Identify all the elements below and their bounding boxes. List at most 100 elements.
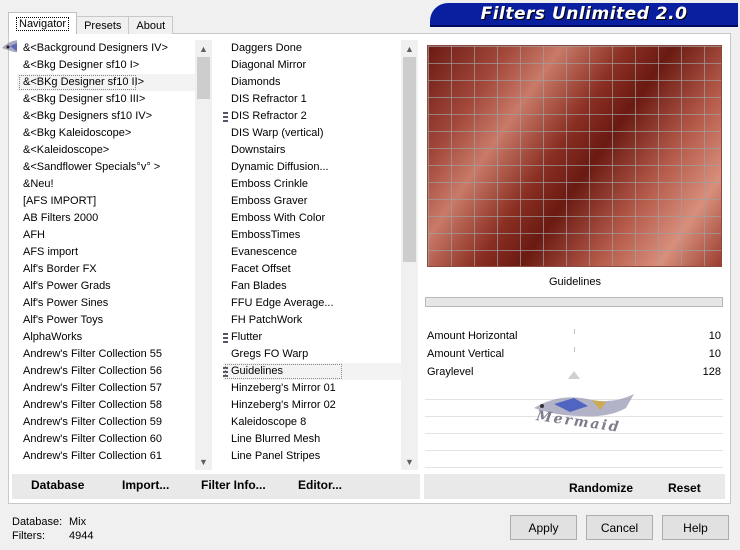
category-item[interactable]: AlphaWorks [17,329,195,346]
editor-button[interactable]: Editor... [298,478,342,492]
filter-item[interactable]: Line Panel Stripes [223,448,401,465]
filter-scrollbar[interactable]: ▲ ▼ [401,40,418,470]
category-item[interactable]: &<Bkg Designers sf10 IV> [17,108,195,125]
apply-button[interactable]: Apply [510,515,577,540]
filter-item-label: Facet Offset [231,263,291,275]
filter-item-label: Emboss Graver [231,195,308,207]
category-item[interactable]: AB Filters 2000 [17,210,195,227]
filter-item[interactable]: Kaleidoscope 8 [223,414,401,431]
category-item[interactable]: Andrew's Filter Collection 58 [17,397,195,414]
filter-item-label: Diamonds [231,76,281,88]
filter-item-label: Line Panel Stripes [231,450,321,462]
filter-item[interactable]: Dynamic Diffusion... [223,159,401,176]
param-amount-vertical[interactable]: Amount Vertical 10 [425,345,723,363]
filter-item-label: Dynamic Diffusion... [231,161,329,173]
category-item[interactable]: Alf's Power Grads [17,278,195,295]
control-separator [425,297,723,307]
category-item[interactable]: &<Bkg Kaleidoscope> [17,125,195,142]
filter-item[interactable]: Facet Offset [223,261,401,278]
filter-item[interactable]: Evanescence [223,244,401,261]
tab-strip: Navigator Presets About [8,12,174,34]
filter-item[interactable]: Hinzeberg's Mirror 01 [223,380,401,397]
filter-list-items: Daggers Done Diagonal Mirror Diamonds DIS R… [223,40,401,470]
filter-item[interactable]: DIS Refractor 1 [223,91,401,108]
filter-item-label: FFU Edge Average... [231,297,334,309]
preview-guidelines [428,46,721,266]
category-item[interactable]: Andrew's Filter Collection 61 [17,448,195,465]
filter-item[interactable]: FFU Edge Average... [223,295,401,312]
scroll-up-icon[interactable]: ▲ [401,40,418,57]
filter-item[interactable]: Guidelines [223,363,401,380]
cancel-button[interactable]: Cancel [586,515,653,540]
scroll-down-icon[interactable]: ▼ [195,453,212,470]
filter-item[interactable]: DIS Warp (vertical) [223,125,401,142]
filter-item-label: DIS Refractor 2 [231,110,307,122]
category-item[interactable]: AFH [17,227,195,244]
param-label: Amount Horizontal [427,330,518,342]
category-item[interactable]: &Neu! [17,176,195,193]
scroll-up-icon[interactable]: ▲ [195,40,212,57]
filter-item-label: Evanescence [231,246,298,258]
category-item[interactable]: Andrew's Filter Collection 55 [17,346,195,363]
category-item[interactable]: &<Background Designers IV> [17,40,195,57]
category-item[interactable]: Andrew's Filter Collection 57 [17,380,195,397]
scroll-thumb[interactable] [403,57,416,262]
filters-count-label: Filters: [12,530,45,542]
category-item[interactable]: &<BKg Designer sf10 II> [17,74,195,91]
category-item[interactable]: &<Sandflower Specials°v° > [17,159,195,176]
category-item[interactable]: &<Bkg Designer sf10 III> [17,91,195,108]
category-item[interactable]: Alf's Border FX [17,261,195,278]
filter-item-label: Downstairs [231,144,286,156]
tab-presets[interactable]: Presets [76,16,130,34]
reset-button[interactable]: Reset [668,481,701,495]
filter-item[interactable]: Emboss Graver [223,193,401,210]
filter-item-label: Kaleidoscope 8 [231,416,307,428]
scroll-down-icon[interactable]: ▼ [401,453,418,470]
filter-item-label: Gregs FO Warp [231,348,309,360]
filter-item[interactable]: Emboss With Color [223,210,401,227]
filter-item[interactable]: Diagonal Mirror [223,57,401,74]
category-item[interactable]: Andrew's Filter Collection 60 [17,431,195,448]
filters-count-value: 4944 [69,530,94,542]
param-value: 128 [702,366,721,378]
has-parameters-icon [223,367,228,377]
import-button[interactable]: Import... [122,478,169,492]
filter-item[interactable]: FH PatchWork [223,312,401,329]
category-item[interactable]: Andrew's Filter Collection 56 [17,363,195,380]
category-item[interactable]: &<Bkg Designer sf10 I> [17,57,195,74]
filter-info-button[interactable]: Filter Info... [201,478,266,492]
filter-item[interactable]: Downstairs [223,142,401,159]
category-item[interactable]: Alf's Power Toys [17,312,195,329]
filter-item[interactable]: EmbossTimes [223,227,401,244]
filter-list[interactable]: Daggers Done Diagonal Mirror Diamonds DIS R… [223,40,418,470]
filter-item[interactable]: Gregs FO Warp [223,346,401,363]
category-item[interactable]: [AFS IMPORT] [17,193,195,210]
scroll-thumb[interactable] [197,57,210,99]
tab-navigator[interactable]: Navigator [8,12,78,34]
category-list[interactable]: &<Background Designers IV> &<Bkg Designer… [17,40,212,470]
filter-item[interactable]: Flutter [223,329,401,346]
tab-about[interactable]: About [128,16,174,34]
filter-preview [427,45,722,267]
filter-item[interactable]: Daggers Done [223,40,401,57]
param-amount-horizontal[interactable]: Amount Horizontal 10 [425,327,723,345]
category-item[interactable]: AFS import [17,244,195,261]
filter-item[interactable]: DIS Refractor 2 [223,108,401,125]
has-parameters-icon [223,333,228,343]
randomize-button[interactable]: Randomize [569,481,633,495]
category-scrollbar[interactable]: ▲ ▼ [195,40,212,470]
category-item[interactable]: Andrew's Filter Collection 59 [17,414,195,431]
filter-item[interactable]: Line Blurred Mesh [223,431,401,448]
status-panel: Database: Mix Filters: 4944 [12,515,93,543]
filter-item-label: Guidelines [231,365,283,377]
database-button[interactable]: Database [31,478,84,492]
tab-navigator-label: Navigator [16,16,70,31]
filter-item[interactable]: Diamonds [223,74,401,91]
app-banner: Filters Unlimited 2.0 [430,3,738,27]
filter-item[interactable]: Emboss Crinkle [223,176,401,193]
filter-item[interactable]: Fan Blades [223,278,401,295]
filter-item[interactable]: Hinzeberg's Mirror 02 [223,397,401,414]
category-item[interactable]: &<Kaleidoscope> [17,142,195,159]
help-button[interactable]: Help [662,515,729,540]
category-item[interactable]: Alf's Power Sines [17,295,195,312]
